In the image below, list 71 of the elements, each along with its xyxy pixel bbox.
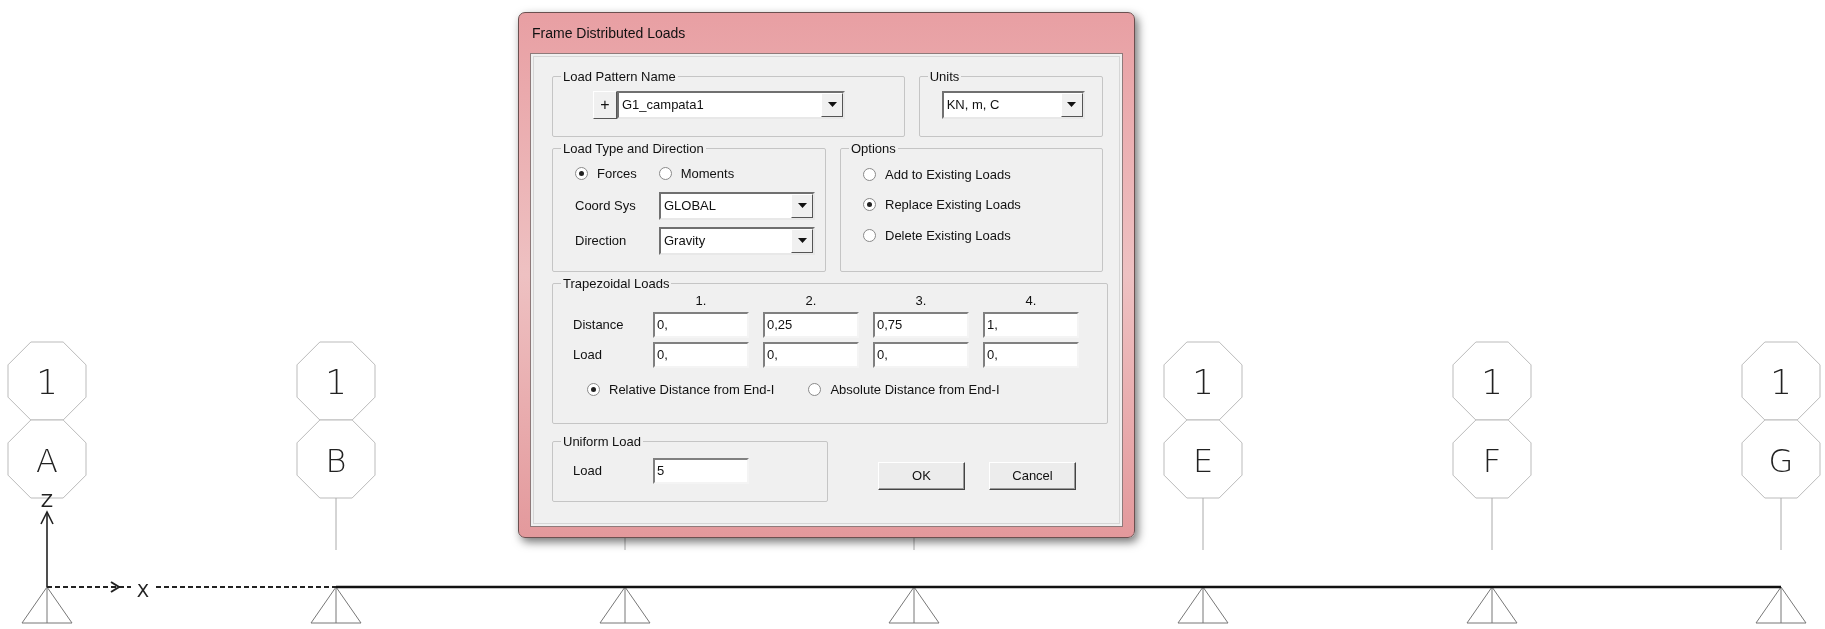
grid-bubble: 1 [1741, 341, 1821, 421]
support-icon [310, 586, 362, 624]
column-header: 2. [804, 291, 818, 310]
caret-icon [797, 203, 807, 208]
grid-bubble: B [296, 419, 376, 499]
radio-label: Delete Existing Loads [885, 226, 1011, 245]
grid-bubble: 1 [1452, 341, 1532, 421]
value-field[interactable]: 0, [653, 341, 749, 368]
radio-button[interactable] [658, 167, 672, 180]
field-label: Load [573, 461, 603, 480]
column-header: 3. [914, 291, 928, 310]
add-button[interactable]: + [593, 90, 617, 119]
x-axis-label: X [136, 580, 150, 601]
support-icon [1177, 586, 1229, 624]
radio-label: Add to Existing Loads [885, 165, 1011, 184]
grid-bubble: F [1452, 419, 1532, 499]
radio-label: Relative Distance from End-I [609, 380, 775, 399]
support-icon [1466, 586, 1518, 624]
group-label: Load Pattern Name [562, 68, 677, 86]
grid-line [335, 497, 337, 551]
cancel-button[interactable]: Cancel [989, 462, 1076, 490]
group-label: Trapezoidal Loads [562, 275, 671, 293]
grid-bubble: E [1163, 419, 1243, 499]
group-label: Uniform Load [562, 433, 643, 451]
grid-bubble: 1 [296, 341, 376, 421]
radio-button[interactable] [587, 382, 600, 396]
support-icon [599, 586, 651, 624]
value-field[interactable]: 0, [983, 341, 1079, 368]
load-pattern-dropdown[interactable]: G1_campata1 [617, 90, 845, 119]
value-field[interactable]: 0,25 [763, 311, 859, 338]
units-dropdown[interactable]: KN, m, C [941, 90, 1085, 119]
uniform-load-field[interactable]: 5 [653, 457, 749, 484]
radio-button[interactable] [863, 167, 876, 181]
grid-bubble: G [1741, 419, 1821, 499]
grid-line [1780, 497, 1782, 551]
caret-icon [797, 238, 807, 243]
radio-button[interactable] [575, 167, 588, 180]
ok-button[interactable]: OK [878, 462, 965, 490]
group-label: Units [928, 68, 961, 86]
direction-dropdown[interactable]: Gravity [659, 226, 815, 255]
caret-icon [827, 102, 837, 107]
grid-line [1491, 497, 1493, 551]
grid-line [1202, 497, 1204, 551]
value-field[interactable]: 0,75 [873, 311, 969, 338]
radio-button[interactable] [863, 198, 876, 212]
value-field[interactable]: 0, [653, 311, 749, 338]
field-label: Coord Sys [575, 196, 637, 215]
row-label: Load [573, 345, 603, 364]
radio-label: Absolute Distance from End-I [830, 380, 1000, 399]
support-icon [888, 586, 940, 624]
group-label: Load Type and Direction [562, 140, 705, 158]
value-field[interactable]: 0, [873, 341, 969, 368]
support-icon [21, 586, 73, 624]
grid-bubble: 1 [1163, 341, 1243, 421]
radio-button[interactable] [808, 382, 822, 396]
caret-icon [1067, 102, 1077, 107]
radio-label: Forces [597, 164, 637, 183]
row-label: Distance [573, 315, 625, 334]
value-field[interactable]: 1, [983, 311, 1079, 338]
grid-bubble: 1 [7, 341, 87, 421]
radio-button[interactable] [863, 228, 876, 242]
coord-sys-dropdown[interactable]: GLOBAL [659, 191, 815, 220]
column-header: 1. [694, 291, 708, 310]
column-header: 4. [1024, 291, 1038, 310]
field-label: Direction [575, 231, 628, 250]
value-field[interactable]: 0, [763, 341, 859, 368]
radio-label: Replace Existing Loads [885, 196, 1021, 214]
support-icon [1755, 586, 1807, 624]
window-title: Frame Distributed Loads [531, 23, 687, 43]
group-label: Options [850, 140, 897, 158]
radio-label: Moments [680, 164, 735, 183]
